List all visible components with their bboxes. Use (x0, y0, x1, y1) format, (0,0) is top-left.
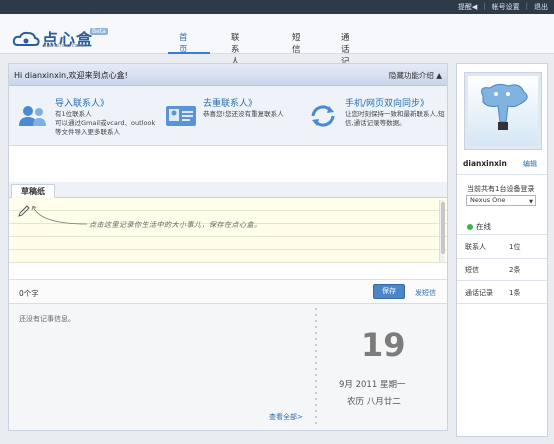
divider (457, 234, 547, 235)
dedupe-contacts-desc: 恭喜您!您还没有重复联系人 (203, 110, 284, 118)
import-contacts-link[interactable]: 导入联系人》 (55, 96, 109, 109)
sync-link[interactable]: 手机/网页双向同步》 (345, 96, 429, 109)
divider (457, 174, 547, 175)
draft-hint: 点击这里记录你生活中的大小事儿，保存在点心盒。 (89, 221, 262, 229)
stat-contacts-label: 联系人 (465, 243, 486, 251)
save-button[interactable]: 保存 (373, 284, 405, 299)
separator: | (525, 2, 528, 10)
draft-scrollbar[interactable] (439, 200, 445, 262)
hint-arrow-icon (31, 205, 88, 225)
draft-tabbar: 草稿纸 (9, 182, 447, 198)
hide-intro-toggle[interactable]: 隐藏功能介绍 ▲ (389, 70, 442, 81)
view-all-link[interactable]: 查看全部> (269, 412, 303, 422)
logo[interactable]: 点心盒 Beta dianxinhe.com (12, 28, 110, 50)
import-contacts-desc: 有1位联系人 可以通过Gmail或vcard、outlook等文件导入更多联系人 (55, 110, 156, 136)
scrollbar-thumb[interactable] (441, 202, 445, 254)
avatar-image (468, 76, 538, 146)
draft-panel: 草稿纸 点击这里记录你生活中的大小事儿，保存在点心盒。 (9, 182, 447, 282)
calendar-lunar: 农历 八月廿二 (347, 397, 401, 407)
notes-panel: 还没有记事信息。 查看全部> 19 9月 2011 星期一 农历 八月廿二 (9, 303, 447, 430)
account-settings-link[interactable]: 帐号设置 (492, 2, 520, 12)
empty-notes-text: 还没有记事信息。 (19, 315, 75, 323)
remind-link[interactable]: 提醒◀ (458, 2, 477, 12)
online-label: 在线 (476, 222, 491, 231)
divider (457, 280, 547, 281)
welcome-bar: Hi dianxinxin,欢迎来到点心盒! 隐藏功能介绍 ▲ (9, 64, 447, 86)
online-dot-icon (467, 224, 473, 230)
cloud-logo-icon (12, 31, 40, 46)
feature-intro: 导入联系人》 有1位联系人 可以通过Gmail或vcard、outlook等文件… (9, 86, 447, 146)
char-count: 0个字 (19, 289, 39, 298)
tab-contacts[interactable]: 联系人 (231, 31, 240, 67)
sync-icon (311, 105, 335, 127)
stat-calls-value: 1条 (509, 289, 521, 297)
dotted-divider (315, 308, 317, 426)
chevron-down-icon: ▼ (529, 199, 533, 205)
draft-footer: 0个字 保存 发短信 (9, 279, 447, 303)
stat-calls-label: 通话记录 (465, 289, 493, 297)
stat-sms-label: 短信 (465, 266, 479, 274)
beta-badge: Beta (90, 28, 108, 35)
calendar-day: 19 (361, 326, 406, 364)
dedupe-contacts-link[interactable]: 去重联系人》 (203, 96, 257, 109)
calendar-month-year: 9月 2011 星期一 (339, 380, 406, 390)
separator: | (483, 2, 486, 10)
stat-sms-value: 2条 (509, 266, 521, 274)
avatar[interactable] (464, 72, 542, 150)
main-panel: Hi dianxinxin,欢迎来到点心盒! 隐藏功能介绍 ▲ 导入联系人》 有… (8, 63, 448, 431)
pencil-icon (18, 205, 30, 217)
contacts-icon (19, 106, 46, 126)
edit-profile-link[interactable]: 编辑 (523, 159, 537, 169)
online-status: 在线 (467, 221, 491, 232)
divider (457, 303, 547, 304)
username: dianxinxin (463, 159, 507, 168)
draft-textarea[interactable]: 点击这里记录你生活中的大小事儿，保存在点心盒。 (9, 198, 447, 264)
send-sms-link[interactable]: 发短信 (415, 288, 436, 298)
mascot-icon (481, 83, 528, 130)
tab-sms[interactable]: 短信 (292, 31, 301, 55)
card-icon (166, 106, 196, 126)
device-count-text: 当前共有1台设备登录 (467, 185, 535, 193)
welcome-text: Hi dianxinxin,欢迎来到点心盒! (14, 71, 128, 80)
device-select-value: Nexus One (470, 196, 506, 204)
divider (457, 258, 547, 259)
sidebar: dianxinxin 编辑 当前共有1台设备登录 Nexus One ▼ 在线 … (456, 63, 548, 437)
top-links: 提醒◀ | 帐号设置 | 退出 (458, 2, 548, 12)
tab-draft[interactable]: 草稿纸 (11, 184, 55, 198)
active-tab-indicator (168, 52, 210, 54)
logo-domain: dianxinhe.com (43, 43, 84, 49)
stat-contacts-value: 1位 (509, 243, 521, 251)
logout-link[interactable]: 退出 (534, 2, 548, 12)
sync-desc: 让您时刻保持一致和最新联系人,短信,通话记录等数据。 (345, 110, 445, 127)
top-bar: 提醒◀ | 帐号设置 | 退出 (0, 0, 554, 14)
header: 点心盒 Beta dianxinhe.com 首页 联系人 短信 通话记录 (0, 14, 554, 79)
device-select[interactable]: Nexus One ▼ (466, 195, 536, 206)
